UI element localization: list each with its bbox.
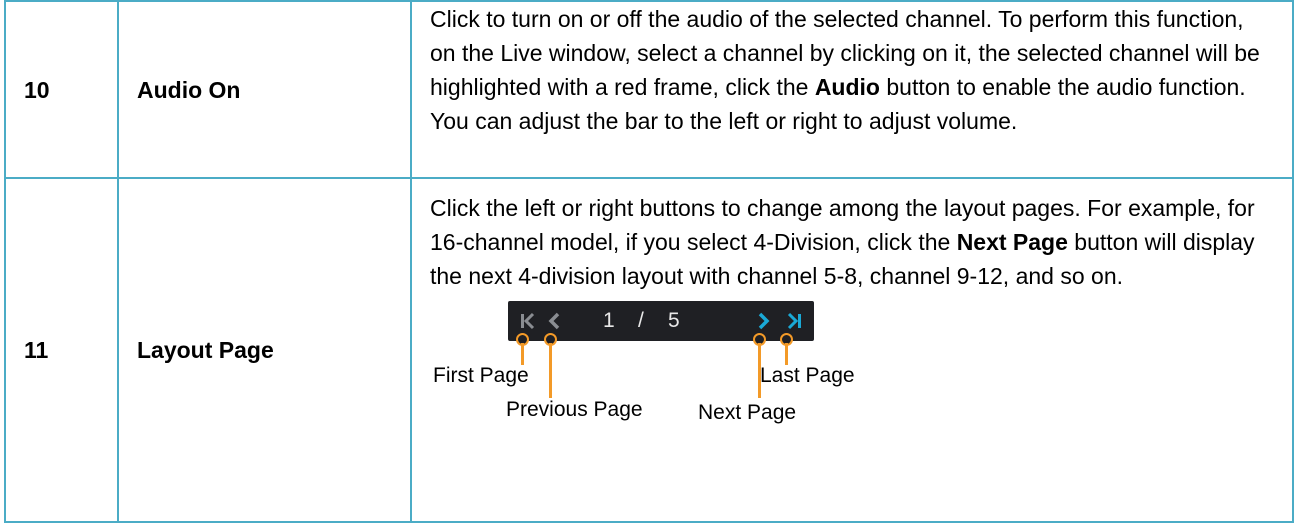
row-number: 11 — [4, 177, 119, 523]
first-page-label: First Page — [433, 364, 529, 387]
last-page-icon[interactable] — [784, 309, 804, 333]
description-bold-term: Audio — [814, 74, 880, 100]
next-page-icon[interactable] — [756, 309, 772, 333]
last-page-label: Last Page — [760, 364, 855, 387]
previous-page-label: Previous Page — [506, 398, 643, 421]
previous-page-icon[interactable] — [546, 309, 562, 333]
pager-illustration: 1 / 5 First Page Previous Page Next Page… — [430, 301, 1030, 451]
page-separator: / — [638, 309, 644, 332]
total-page-number: 5 — [668, 309, 680, 332]
table-row: 10 Audio On Click to turn on or off the … — [4, 0, 1294, 179]
function-name: Audio On — [117, 0, 412, 179]
last-page-callout-line — [785, 343, 788, 365]
first-page-callout-line — [521, 343, 524, 365]
function-description: Click to turn on or off the audio of the… — [410, 0, 1294, 179]
previous-page-callout-line — [549, 343, 552, 398]
table-row: 11 Layout Page Click the left or right b… — [4, 177, 1294, 523]
description-paragraph: Click the left or right buttons to chang… — [430, 191, 1274, 293]
next-page-label: Next Page — [698, 401, 797, 424]
current-page-number: 1 — [603, 309, 615, 332]
first-page-icon[interactable] — [518, 309, 538, 333]
function-name: Layout Page — [117, 177, 412, 523]
function-table: 10 Audio On Click to turn on or off the … — [4, 0, 1294, 523]
function-description: Click the left or right buttons to chang… — [410, 177, 1294, 523]
row-number: 10 — [4, 0, 119, 179]
description-bold-term: Next Page — [956, 229, 1068, 255]
